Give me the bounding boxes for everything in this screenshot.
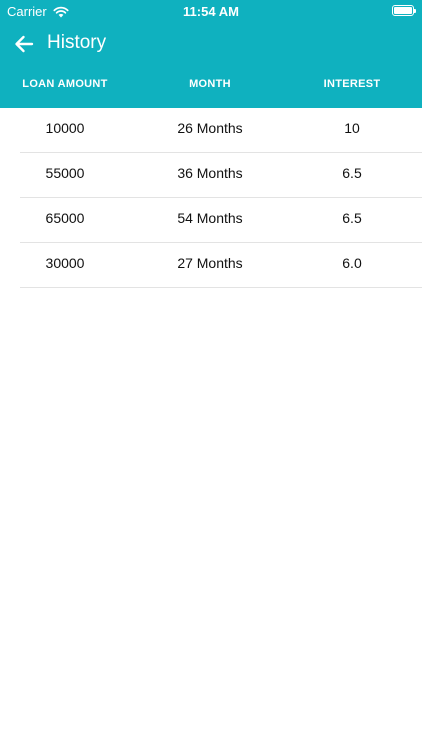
interest-cell: 6.0 bbox=[342, 255, 362, 271]
table-row[interactable]: 55000 36 Months 6.5 bbox=[0, 153, 422, 198]
table-row[interactable]: 10000 26 Months 10 bbox=[0, 108, 422, 153]
battery-fill bbox=[394, 7, 412, 14]
loan-amount-cell: 30000 bbox=[45, 255, 85, 271]
back-button[interactable] bbox=[12, 32, 36, 56]
status-bar: Carrier 11:54 AM bbox=[0, 0, 422, 22]
table-row[interactable]: 30000 27 Months 6.0 bbox=[0, 243, 422, 288]
interest-cell: 10 bbox=[344, 120, 360, 136]
column-header-loan-amount: LOAN AMOUNT bbox=[22, 78, 108, 90]
month-cell: 27 Months bbox=[177, 255, 243, 271]
table-header: LOAN AMOUNT MONTH INTEREST bbox=[0, 78, 422, 98]
month-cell: 54 Months bbox=[177, 210, 243, 226]
month-cell: 36 Months bbox=[177, 165, 243, 181]
header-panel: Carrier 11:54 AM History LOAN AMOUNT MON… bbox=[0, 0, 422, 108]
status-time: 11:54 AM bbox=[183, 4, 239, 19]
row-divider bbox=[20, 287, 422, 288]
history-table: 10000 26 Months 10 55000 36 Months 6.5 6… bbox=[0, 108, 422, 288]
interest-cell: 6.5 bbox=[342, 165, 362, 181]
table-row[interactable]: 65000 54 Months 6.5 bbox=[0, 198, 422, 243]
column-header-month: MONTH bbox=[189, 78, 231, 90]
month-cell: 26 Months bbox=[177, 120, 243, 136]
loan-amount-cell: 65000 bbox=[45, 210, 85, 226]
loan-amount-cell: 10000 bbox=[45, 120, 85, 136]
battery-icon bbox=[392, 5, 416, 16]
page-title: History bbox=[47, 32, 107, 53]
loan-amount-cell: 55000 bbox=[45, 165, 85, 181]
history-screen: Carrier 11:54 AM History LOAN AMOUNT MON… bbox=[0, 0, 422, 750]
interest-cell: 6.5 bbox=[342, 210, 362, 226]
column-header-interest: INTEREST bbox=[323, 78, 381, 90]
navigation-bar: History bbox=[0, 22, 422, 66]
arrow-left-icon bbox=[15, 35, 34, 53]
